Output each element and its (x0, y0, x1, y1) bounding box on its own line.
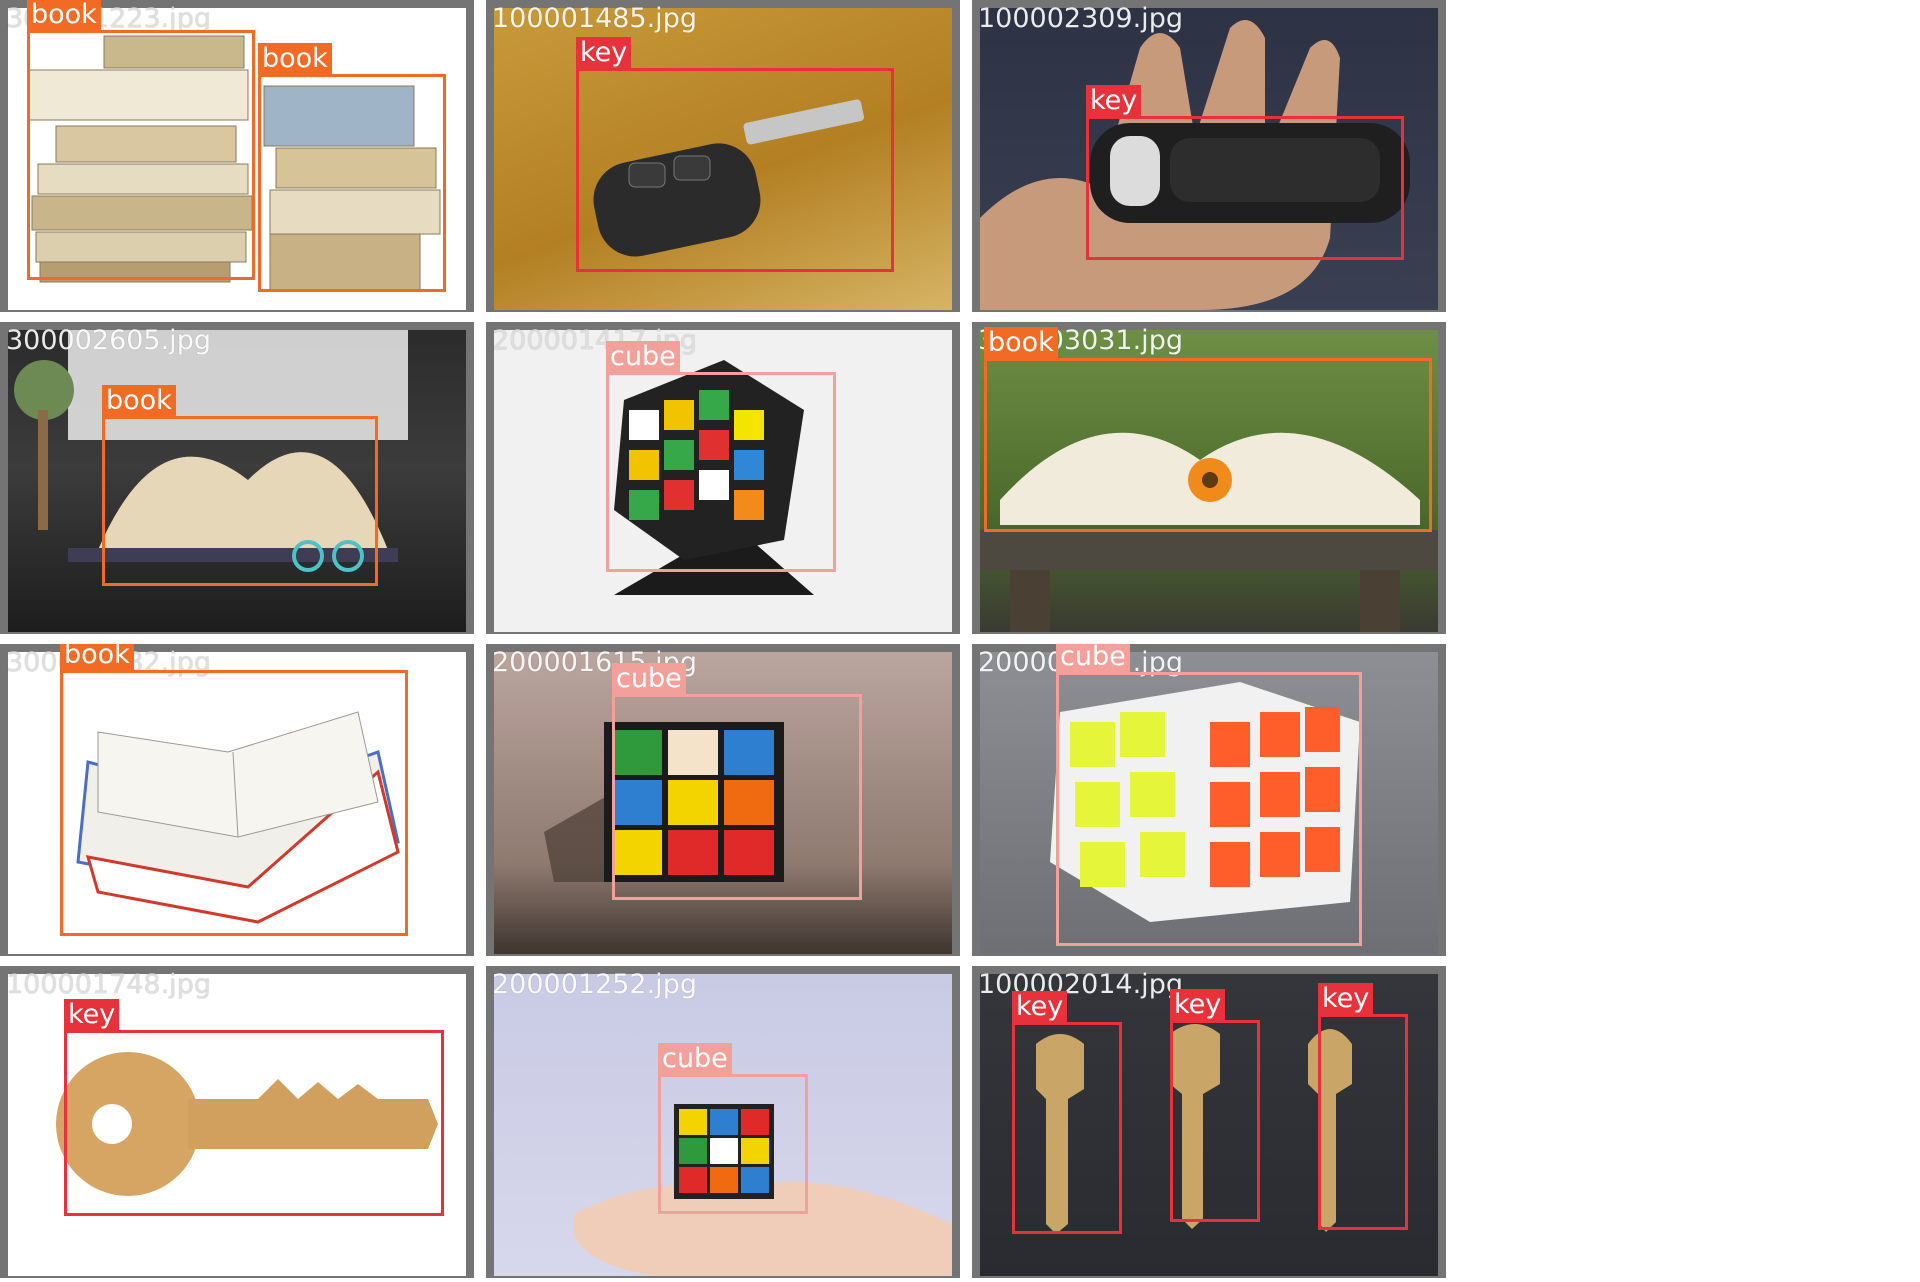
bbox-cube: cube (1056, 644, 1362, 946)
bbox-book: book (60, 644, 408, 936)
bbox-book: book (258, 43, 446, 292)
bbox-label: book (984, 327, 1058, 359)
bbox-cube: cube (606, 341, 836, 572)
bbox-label: key (1012, 991, 1068, 1023)
bbox-key: key (1170, 989, 1260, 1222)
bbox-cube: cube (612, 663, 862, 900)
bbox-cube: cube (658, 1043, 808, 1214)
tile-filename: 100001748.jpg (6, 969, 211, 1000)
tile-filename: 300002605.jpg (6, 325, 211, 356)
tile-key-fob-hand: 100002309.jpg key (972, 0, 1446, 312)
bbox-label: key (1318, 983, 1374, 1015)
bbox-key: key (1086, 85, 1404, 260)
tile-three-keys: 100002014.jpg key key key (972, 966, 1446, 1278)
detection-mosaic: 300001223.jpg book book 100001485.jpg ke… (0, 0, 1447, 1282)
bbox-key: key (576, 37, 894, 272)
tile-twisted-cube: 200002021.jpg cube (972, 644, 1446, 956)
bbox-label: key (1170, 989, 1226, 1021)
bbox-label: book (60, 644, 134, 671)
bbox-key: key (1012, 991, 1122, 1234)
bbox-key: key (64, 999, 444, 1216)
tile-cube-on-palm: 200001252.jpg cube (486, 966, 960, 1278)
tile-open-book-glasses: 300002605.jpg book (0, 322, 474, 634)
tile-books-stack: 300001223.jpg book book (0, 0, 474, 312)
bbox-label: book (27, 0, 101, 31)
bbox-label: book (102, 385, 176, 417)
bbox-label: cube (1056, 644, 1130, 673)
tile-car-key-gold: 100001485.jpg key (486, 0, 960, 312)
tile-filename: 100002309.jpg (978, 3, 1183, 34)
tile-filename: 100002014.jpg (978, 969, 1183, 1000)
bbox-label: key (576, 37, 632, 69)
bbox-book: book (102, 385, 378, 586)
bbox-label: key (1086, 85, 1142, 117)
bbox-book: book (984, 327, 1432, 532)
bbox-label: cube (612, 663, 686, 695)
bbox-key: key (1318, 983, 1408, 1230)
tile-book-flower: 300003031.jpg book (972, 322, 1446, 634)
tile-filename: 100001485.jpg (492, 3, 697, 34)
bbox-label: book (258, 43, 332, 75)
bbox-book: book (27, 0, 255, 280)
bbox-label: key (64, 999, 120, 1031)
tile-filename: 200001252.jpg (492, 969, 697, 1000)
bbox-label: cube (658, 1043, 732, 1075)
tile-cube-shadow: 200001615.jpg cube (486, 644, 960, 956)
tile-cube-on-stand: 200001417.jpg cube (486, 322, 960, 634)
bbox-label: cube (606, 341, 680, 373)
tile-brass-key: 100001748.jpg key (0, 966, 474, 1278)
tile-dictionary-books: 300001382.jpg book (0, 644, 474, 956)
